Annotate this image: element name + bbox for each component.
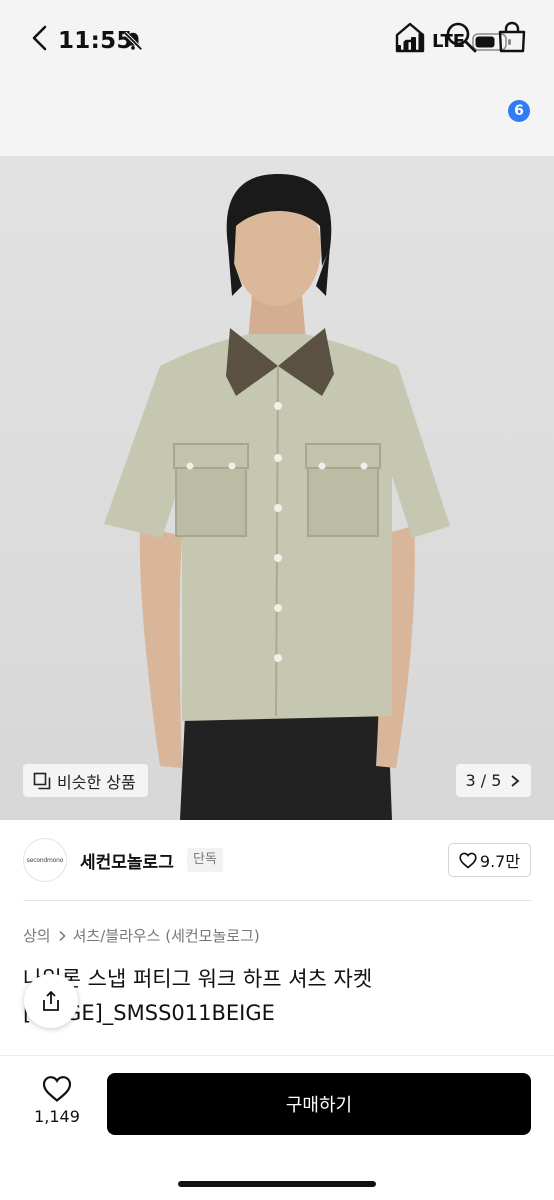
chevron-right-icon — [511, 774, 520, 787]
pager-label: 3 / 5 — [465, 771, 502, 790]
heart-icon — [459, 852, 477, 869]
brand-like-count: 9.7만 — [479, 852, 521, 871]
brand-like-button[interactable]: 9.7만 — [448, 843, 531, 877]
similar-icon — [33, 772, 51, 789]
breadcrumb-item[interactable]: 상의 — [23, 925, 51, 946]
breadcrumb: 상의 셔츠/블라우스 (세컨모놀로그) — [23, 925, 260, 946]
brand-name[interactable]: 세컨모놀로그 — [80, 848, 174, 873]
back-icon[interactable] — [26, 22, 56, 54]
model-pants — [180, 716, 392, 820]
home-icon[interactable] — [393, 20, 427, 54]
wishlist-count: 1,149 — [34, 1107, 80, 1126]
brand-logo[interactable]: secondmono — [23, 838, 67, 882]
product-image[interactable] — [0, 156, 554, 820]
share-icon — [43, 991, 59, 1011]
bell-off-icon — [123, 31, 143, 51]
cart-icon[interactable] — [495, 20, 529, 54]
cart-count-badge: 6 — [508, 100, 530, 122]
image-pager[interactable]: 3 / 5 — [456, 764, 531, 797]
product-title: 나일론 스냅 퍼티그 워크 하프 셔츠 자켓 [BEIGE]_SMSS011BE… — [23, 967, 373, 1025]
divider — [23, 900, 531, 901]
home-indicator[interactable] — [178, 1181, 376, 1187]
similar-products-label: 비슷한 상품 — [57, 772, 136, 792]
search-icon[interactable] — [444, 20, 478, 54]
buy-button[interactable]: 구매하기 — [107, 1073, 531, 1135]
model-left-arm — [139, 526, 182, 768]
similar-products-button[interactable]: 비슷한 상품 — [23, 764, 148, 797]
chevron-right-icon — [59, 930, 66, 941]
heart-icon — [42, 1076, 72, 1102]
share-button[interactable] — [24, 974, 78, 1028]
exclusive-badge: 단독 — [187, 848, 223, 872]
nav-bar — [0, 82, 554, 156]
product-photo — [104, 174, 450, 820]
breadcrumb-item[interactable]: 셔츠/블라우스 (세컨모놀로그) — [73, 925, 260, 946]
wishlist-button[interactable]: 1,149 — [30, 1075, 84, 1126]
